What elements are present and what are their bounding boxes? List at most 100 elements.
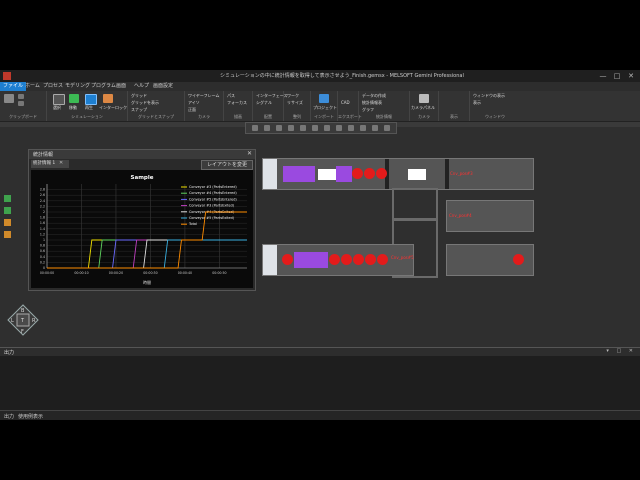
- part-white[interactable]: [408, 169, 426, 180]
- menu-help[interactable]: ヘルプ: [131, 82, 152, 91]
- focus-button[interactable]: フォーカス: [227, 100, 247, 106]
- minimize-button[interactable]: —: [596, 71, 610, 81]
- letterbox-top: [0, 0, 640, 70]
- part-purple[interactable]: [336, 166, 352, 182]
- camera-icon[interactable]: [419, 94, 429, 103]
- ribbon-group-simulation: 選択 移動 再生 インターロック シミュレーション: [47, 91, 128, 121]
- series-line: [47, 239, 247, 269]
- statistics-window-header[interactable]: 統計情報 ✕: [29, 150, 255, 159]
- stats-table-button[interactable]: 統計情報表: [362, 100, 382, 106]
- menu-screen-settings[interactable]: 画面設定: [150, 82, 176, 91]
- copy-icon[interactable]: [18, 101, 24, 106]
- part-purple[interactable]: [283, 166, 315, 182]
- signal-button[interactable]: シグナル: [256, 100, 272, 106]
- ft-select-icon[interactable]: [252, 125, 258, 131]
- status-tab-output[interactable]: 出力: [4, 413, 14, 420]
- select-icon[interactable]: [53, 94, 65, 105]
- ft-view-icon[interactable]: [348, 125, 354, 131]
- status-tab-usage[interactable]: 使用例表示: [18, 413, 43, 420]
- legend-entry: Conveyor #4 (PartsEntered): [189, 191, 237, 195]
- move-icon[interactable]: [69, 94, 79, 103]
- ft-grid-icon[interactable]: [336, 125, 342, 131]
- part-red[interactable]: [341, 254, 352, 265]
- statistics-tab-close-button[interactable]: ✕: [59, 160, 63, 166]
- x-tick-label: 00:00:30: [143, 271, 157, 275]
- ft-snap-icon[interactable]: [324, 125, 330, 131]
- ribbon-group-label: 配置: [264, 114, 272, 119]
- play-button-label: 再生: [85, 105, 93, 110]
- 3d-workspace[interactable]: B L T R F Cnv_pos#3 Cnv_pos#4 Cnv_pos#5 …: [0, 122, 640, 347]
- statistics-tab[interactable]: 統計情報 1: [31, 160, 69, 168]
- front-view-button[interactable]: 正面: [188, 107, 196, 113]
- output-panel-title: 出力: [4, 350, 15, 356]
- move-tool-icon[interactable]: [4, 195, 11, 202]
- part-red[interactable]: [376, 168, 387, 179]
- ribbon-group-camera: ワイヤーフレーム アイソ 正面 カメラ: [185, 91, 224, 121]
- measure-tool-icon[interactable]: [4, 231, 11, 238]
- conveyor-6[interactable]: [446, 244, 534, 276]
- wireframe-button[interactable]: ワイヤーフレーム: [188, 93, 220, 99]
- nav-cube-icon[interactable]: B L T R F: [6, 303, 40, 337]
- cad-export-button[interactable]: CAD: [341, 100, 350, 105]
- part-white[interactable]: [318, 169, 336, 180]
- stats-create-button[interactable]: データの作成: [362, 93, 386, 99]
- grid-label[interactable]: グリッド: [131, 93, 147, 99]
- conveyor-4[interactable]: Cnv_pos#4: [446, 200, 534, 232]
- part-red[interactable]: [513, 254, 524, 265]
- ft-pan-icon[interactable]: [264, 125, 270, 131]
- ft-camera-icon[interactable]: [372, 125, 378, 131]
- y-tick-label: 2: [43, 210, 45, 214]
- series-line: [47, 239, 247, 269]
- conveyor-3[interactable]: Cnv_pos#3: [262, 158, 534, 190]
- close-button[interactable]: ✕: [624, 71, 638, 81]
- isometric-button[interactable]: アイソ: [188, 100, 200, 106]
- part-red[interactable]: [353, 254, 364, 265]
- conveyor-label: Cnv_pos#3: [450, 171, 473, 176]
- ft-rotate-icon[interactable]: [288, 125, 294, 131]
- conveyor-5[interactable]: Cnv_pos#5: [262, 244, 414, 276]
- path-button[interactable]: パス: [227, 93, 235, 99]
- window-title: シミュレーションの中に統計情報を取得して表示させよう_Finish.gemsx …: [220, 73, 464, 79]
- ribbon-group-draw: パス フォーカス 描画: [224, 91, 253, 121]
- chart-title: Sample: [131, 175, 154, 181]
- ft-fit-icon[interactable]: [300, 125, 306, 131]
- app-window: シミュレーションの中に統計情報を取得して表示させよう_Finish.gemsx …: [0, 70, 640, 420]
- statistics-close-button[interactable]: ✕: [247, 150, 252, 157]
- cut-icon[interactable]: [18, 94, 24, 99]
- part-red[interactable]: [377, 254, 388, 265]
- ft-light-icon[interactable]: [360, 125, 366, 131]
- part-red[interactable]: [352, 168, 363, 179]
- output-panel-controls[interactable]: ▾ □ ✕: [606, 348, 636, 354]
- interlock-icon[interactable]: [103, 94, 113, 103]
- change-layout-button[interactable]: レイアウトを変更: [201, 160, 253, 170]
- resize-button[interactable]: リサイズ: [287, 100, 303, 106]
- scale-tool-icon[interactable]: [4, 219, 11, 226]
- part-red[interactable]: [364, 168, 375, 179]
- part-red[interactable]: [329, 254, 340, 265]
- show-grid-checkbox[interactable]: グリッドを表示: [131, 100, 159, 106]
- ft-more-icon[interactable]: [384, 125, 390, 131]
- workarea-button[interactable]: ワーク: [287, 93, 299, 99]
- maximize-button[interactable]: □: [610, 71, 624, 81]
- svg-text:R: R: [32, 318, 36, 324]
- menu-screen[interactable]: 画面: [113, 82, 129, 91]
- part-red[interactable]: [282, 254, 293, 265]
- snap-checkbox[interactable]: スナップ: [131, 107, 147, 113]
- statistics-window[interactable]: 統計情報 ✕ 統計情報 1 ✕ レイアウトを変更 Sample 00:00:00 0…: [28, 149, 256, 291]
- window-show-button[interactable]: 表示: [473, 100, 481, 106]
- window-all-button[interactable]: ウィンドウの表示: [473, 93, 505, 99]
- y-tick-label: 1.6: [40, 221, 45, 225]
- part-red[interactable]: [365, 254, 376, 265]
- y-tick-label: 0.4: [40, 255, 45, 259]
- play-icon[interactable]: [85, 94, 97, 105]
- ft-zoom-icon[interactable]: [276, 125, 282, 131]
- ft-measure-icon[interactable]: [312, 125, 318, 131]
- interface-button[interactable]: インターフェース: [256, 93, 288, 99]
- legend-entry: Total: [188, 222, 197, 226]
- paste-icon[interactable]: [4, 94, 14, 103]
- part-purple[interactable]: [294, 252, 328, 268]
- stats-graph-button[interactable]: グラフ: [362, 107, 374, 113]
- rotate-tool-icon[interactable]: [4, 207, 11, 214]
- import-icon[interactable]: [319, 94, 329, 103]
- ribbon-group-label: エクスポート: [338, 114, 362, 119]
